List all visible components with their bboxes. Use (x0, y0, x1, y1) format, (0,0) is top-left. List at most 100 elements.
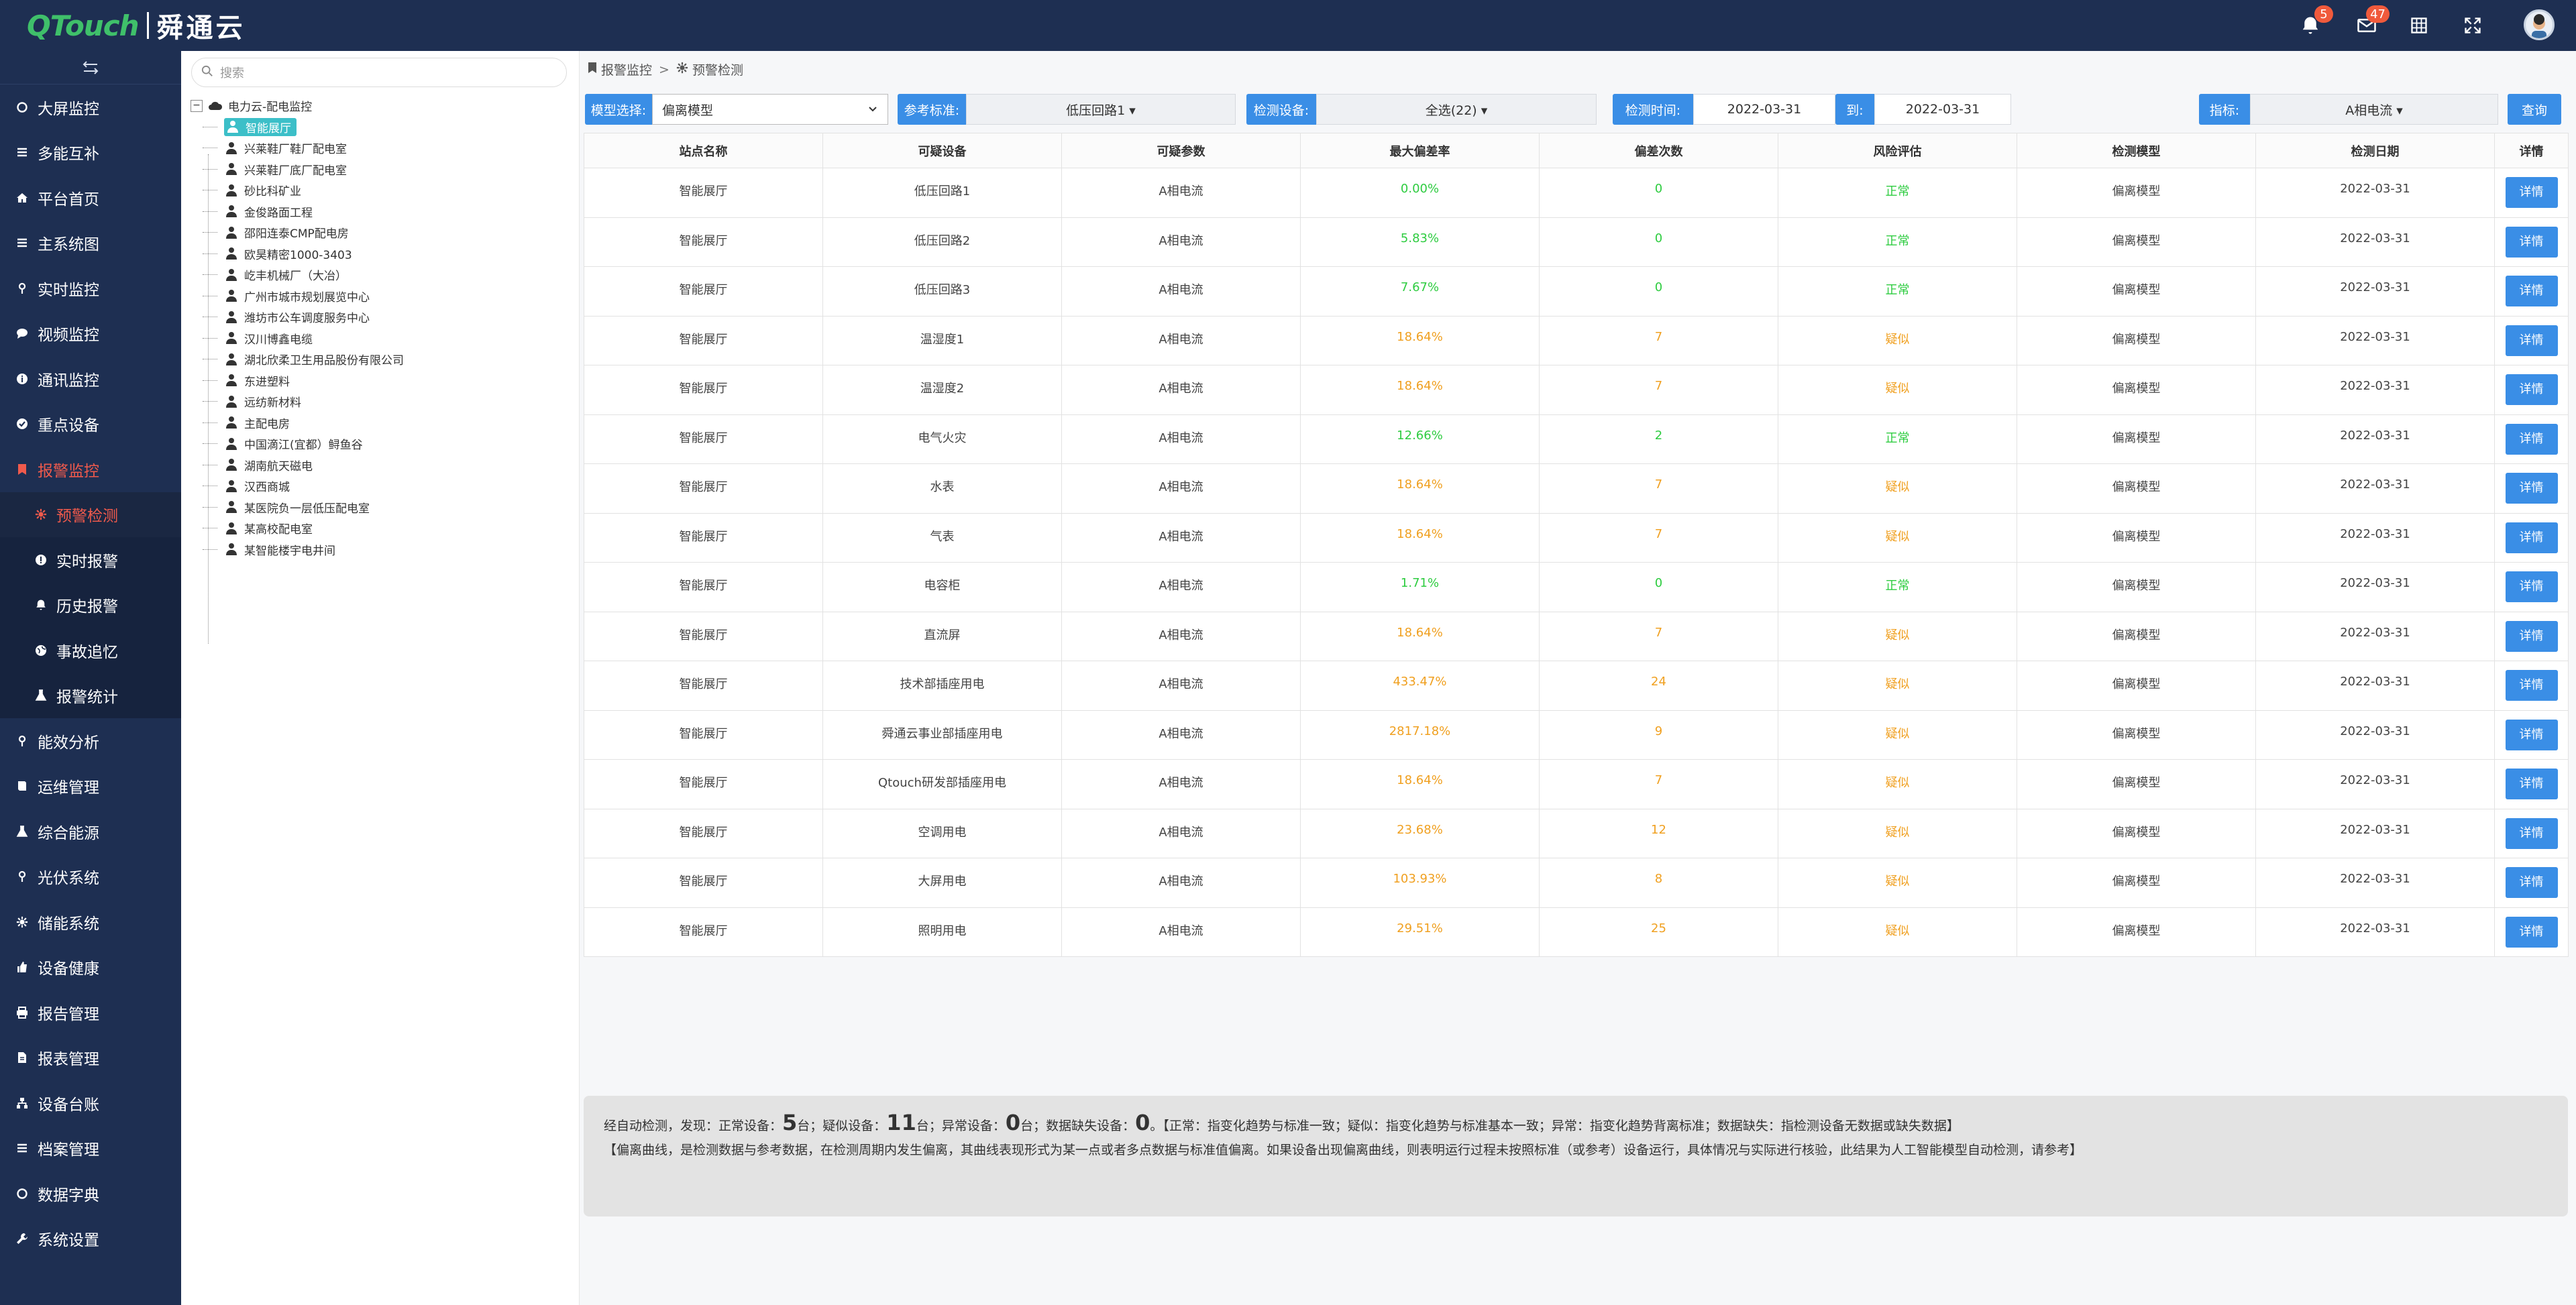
table-row: 智能展厅 低压回路1 A相电流 0.00% 0 正常 偏离模型 2022-03-31 详情 (584, 168, 2569, 218)
reference-dropdown[interactable]: 低压回路1 ▾ (966, 94, 1236, 125)
tree-node-content: 屹丰机械厂（大冶） (224, 266, 347, 283)
detail-button[interactable]: 详情 (2505, 670, 2558, 701)
sidebar-item[interactable]: 档案管理 (0, 1126, 181, 1172)
sidebar-item[interactable]: 实时监控 (0, 266, 181, 311)
detail-button[interactable]: 详情 (2505, 571, 2558, 603)
sidebar-item[interactable]: 数据字典 (0, 1171, 181, 1216)
detail-button[interactable]: 详情 (2505, 769, 2558, 800)
tree-root[interactable]: − 电力云-配电监控 (188, 95, 570, 117)
tree-node[interactable]: 湖北欣柔卫生用品股份有限公司 (188, 349, 570, 370)
date-cell: 2022-03-31 (2255, 512, 2495, 563)
sidebar-item[interactable]: 系统设置 (0, 1216, 181, 1262)
detail-button[interactable]: 详情 (2505, 473, 2558, 504)
model-select[interactable]: 偏离模型 (652, 94, 888, 125)
table-row: 智能展厅 大屏用电 A相电流 103.93% 8 疑似 偏离模型 2022-03-31 详情 (584, 858, 2569, 908)
notification-badge: 5 (2314, 5, 2333, 23)
detail-button[interactable]: 详情 (2505, 276, 2558, 307)
tree-branch-line (203, 168, 217, 170)
tree-node-label: 湖北欣柔卫生用品股份有限公司 (244, 354, 404, 368)
menu-toggle-icon[interactable] (0, 51, 181, 84)
deviation-rate-cell: 18.64% (1300, 759, 1540, 809)
sidebar-item[interactable]: 报警统计 (0, 673, 181, 719)
avatar[interactable] (2524, 9, 2555, 40)
grid-icon[interactable] (2406, 12, 2432, 39)
flask-icon (34, 688, 48, 703)
indicator-dropdown[interactable]: A相电流 ▾ (2250, 94, 2498, 125)
detail-button[interactable]: 详情 (2505, 177, 2558, 209)
bell-icon[interactable]: 5 (2297, 5, 2333, 39)
detail-button[interactable]: 详情 (2505, 620, 2558, 652)
deviation-rate-cell: 103.93% (1300, 858, 1540, 908)
fullscreen-icon[interactable] (2459, 12, 2486, 39)
tree-node[interactable]: 屹丰机械厂（大冶） (188, 264, 570, 286)
breadcrumb-parent[interactable]: 报警监控 (601, 60, 652, 78)
detail-button[interactable]: 详情 (2505, 916, 2558, 948)
envelope-icon[interactable]: 47 (2353, 5, 2390, 39)
tree-node[interactable]: 中国滴江(宜都）鲟鱼谷 (188, 433, 570, 455)
detail-button[interactable]: 详情 (2505, 522, 2558, 553)
site-cell: 智能展厅 (584, 168, 823, 218)
sidebar-item[interactable]: 储能系统 (0, 899, 181, 945)
tree-node[interactable]: 汉川博鑫电缆 (188, 328, 570, 349)
tree-node[interactable]: 远纺新材料 (188, 391, 570, 412)
tree-node[interactable]: 兴莱鞋厂底厂配电室 (188, 159, 570, 180)
tree-node[interactable]: 某高校配电室 (188, 518, 570, 539)
sidebar-item[interactable]: 平台首页 (0, 175, 181, 221)
sidebar-item[interactable]: 能效分析 (0, 718, 181, 764)
param-cell: A相电流 (1061, 710, 1301, 760)
detail-button[interactable]: 详情 (2505, 867, 2558, 899)
tree-node[interactable]: 兴莱鞋厂鞋厂配电室 (188, 137, 570, 159)
sidebar-item[interactable]: 事故追忆 (0, 628, 181, 673)
detail-button[interactable]: 详情 (2505, 423, 2558, 455)
tree-search-placeholder: 搜索 (220, 66, 244, 80)
tree-node[interactable]: 湖南航天磁电 (188, 455, 570, 476)
detail-button[interactable]: 详情 (2505, 817, 2558, 849)
detail-button[interactable]: 详情 (2505, 325, 2558, 356)
tree-node[interactable]: 金俊路面工程 (188, 201, 570, 223)
sidebar-item[interactable]: 报警监控 (0, 447, 181, 492)
detail-button[interactable]: 详情 (2505, 719, 2558, 750)
detail-button[interactable]: 详情 (2505, 374, 2558, 406)
tree-collapse-toggle[interactable]: − (191, 99, 203, 112)
sidebar-item[interactable]: 历史报警 (0, 583, 181, 628)
sidebar-item-label: 实时监控 (38, 281, 99, 299)
tree-node[interactable]: 欧昊精密1000-3403 (188, 243, 570, 265)
device-cell: 空调用电 (822, 808, 1062, 858)
logo[interactable]: QTouch 舜通云 (27, 7, 246, 44)
device-dropdown[interactable]: 全选(22) ▾ (1316, 94, 1597, 125)
tree-node[interactable]: 汉西商城 (188, 475, 570, 497)
sidebar-item[interactable]: 通讯监控 (0, 356, 181, 402)
tree-node[interactable]: 主配电房 (188, 412, 570, 434)
tree-node[interactable]: 砂比科矿业 (188, 180, 570, 201)
gear-icon (676, 62, 688, 77)
tree-node[interactable]: 某智能楼宇电井间 (188, 539, 570, 561)
sidebar-item[interactable]: 视频监控 (0, 311, 181, 357)
sidebar-item[interactable]: 设备台账 (0, 1080, 181, 1126)
tree-node[interactable]: 广州市城市规划展览中心 (188, 286, 570, 307)
tree-node[interactable]: 邵阳连泰CMP配电房 (188, 222, 570, 243)
detail-button[interactable]: 详情 (2505, 226, 2558, 258)
tree-node[interactable]: 智能展厅 (188, 117, 570, 138)
time-from-input[interactable]: 2022-03-31 (1693, 94, 1835, 125)
tree-node[interactable]: 某医院负一层低压配电室 (188, 497, 570, 518)
sidebar-item[interactable]: 大屏监控 (0, 84, 181, 130)
tree-search-input[interactable]: 搜索 (191, 58, 567, 87)
date-cell: 2022-03-31 (2255, 365, 2495, 415)
tree-node[interactable]: 东进塑料 (188, 370, 570, 392)
sidebar-item[interactable]: 报告管理 (0, 990, 181, 1035)
sidebar-item[interactable]: 设备健康 (0, 945, 181, 990)
sidebar-item[interactable]: 运维管理 (0, 764, 181, 809)
sidebar-item[interactable]: 多能互补 (0, 130, 181, 176)
sidebar-item[interactable]: 报表管理 (0, 1035, 181, 1081)
query-button[interactable]: 查询 (2508, 94, 2561, 125)
deviation-rate-cell: 1.71% (1300, 562, 1540, 612)
sidebar-item[interactable]: 实时报警 (0, 537, 181, 583)
sidebar-item[interactable]: 重点设备 (0, 402, 181, 447)
sidebar-item[interactable]: 光伏系统 (0, 854, 181, 900)
gear-icon (34, 507, 48, 522)
sidebar-item[interactable]: 预警检测 (0, 492, 181, 537)
sidebar-item[interactable]: 综合能源 (0, 809, 181, 854)
sidebar-item[interactable]: 主系统图 (0, 221, 181, 266)
tree-node[interactable]: 潍坊市公车调度服务中心 (188, 306, 570, 328)
time-to-input[interactable]: 2022-03-31 (1874, 94, 2011, 125)
